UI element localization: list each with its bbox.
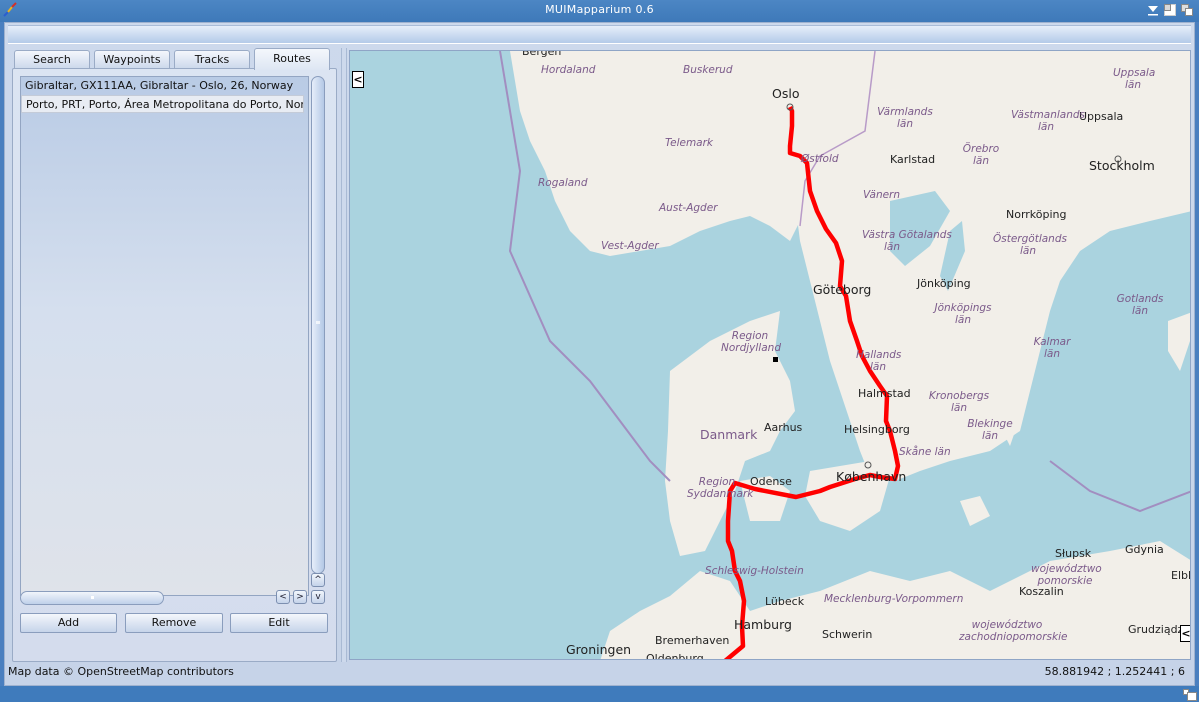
map-label-city: Göteborg: [813, 282, 872, 297]
chevron-right-icon: >: [296, 592, 304, 602]
scroll-right-button[interactable]: >: [293, 590, 307, 604]
vertical-scroll-thumb[interactable]: [311, 76, 325, 574]
chevron-up-icon: ^: [314, 575, 322, 585]
window-title: MUIMapparium 0.6: [545, 3, 654, 16]
map-label-city: Aarhus: [764, 421, 803, 434]
map-label-city: Stockholm: [1089, 158, 1155, 173]
map-label-region: województwo zachodniopomorskie: [959, 619, 1068, 643]
border-coastline-1: [1049, 460, 1190, 513]
map-label-country: Danmark: [700, 427, 758, 442]
map-label-city: Bergen: [522, 50, 562, 58]
depth-icon[interactable]: [1181, 4, 1193, 16]
scroll-up-button[interactable]: ^: [311, 573, 325, 587]
tab-waypoints[interactable]: Waypoints: [94, 50, 170, 68]
map-label-city: Groningen: [566, 642, 632, 657]
map-label-city: Halmstad: [858, 387, 911, 400]
horizontal-scroll-thumb[interactable]: [20, 591, 164, 605]
map-label-city: Oslo: [772, 86, 800, 101]
map-label-city: Jönköping: [917, 277, 971, 290]
map-label-region: Mecklenburg-Vorpommern: [824, 593, 964, 605]
resize-grip-icon[interactable]: [1183, 689, 1197, 701]
map-label-city: Uppsala: [1079, 110, 1124, 123]
map-label-region: Aust-Agder: [659, 202, 718, 214]
map-label-city: Helsingborg: [844, 423, 910, 436]
map-label-region: Örebro län: [962, 143, 1000, 167]
map-label-region: Rogaland: [538, 177, 588, 189]
route-list[interactable]: Gibraltar, GX111AA, Gibraltar - Oslo, 26…: [20, 76, 309, 596]
zoom-icon[interactable]: [1164, 4, 1176, 16]
map-label-city: Karlstad: [890, 153, 936, 166]
panel-splitter[interactable]: [341, 48, 347, 662]
iconify-icon[interactable]: [1147, 4, 1159, 16]
map-label-city: Słupsk: [1055, 547, 1092, 560]
left-panel: Search Waypoints Tracks Routes Gibraltar…: [8, 48, 338, 662]
tab-tracks[interactable]: Tracks: [174, 50, 250, 68]
map-label-city: Bremerhaven: [655, 634, 730, 647]
map-label-region: Vänern: [863, 189, 901, 201]
map-label-region: Hordaland: [541, 64, 596, 76]
scroll-down-button[interactable]: v: [311, 590, 325, 604]
map-label-city: Oldenburg: [646, 652, 704, 660]
waypoint-marker: [773, 357, 778, 362]
collapse-left-button[interactable]: <: [352, 71, 364, 88]
map-label-region: Telemark: [665, 137, 714, 149]
map-label-city: Lübeck: [765, 595, 805, 608]
map-label-city: Elbląg: [1171, 569, 1191, 582]
map-label-city: Schwerin: [822, 628, 873, 641]
map-label-city: Norrköping: [1006, 208, 1067, 221]
grip-icon: [91, 596, 94, 599]
map-label-region: Skåne län: [899, 446, 951, 458]
map-label-city: København: [836, 469, 907, 484]
map-view[interactable]: Bergen Oslo Karlstad Uppsala Stockholm N…: [349, 50, 1191, 660]
map-label-region: Östergötlands län: [993, 233, 1067, 257]
chevron-down-icon: v: [315, 592, 321, 602]
map-label-region: Region Nordjylland: [721, 330, 781, 354]
map-label-city: Hamburg: [734, 617, 792, 632]
map-label-region: Kronobergs län: [928, 390, 990, 414]
add-button[interactable]: Add: [20, 613, 117, 633]
map-label-region: Schleswig-Holstein: [705, 565, 804, 577]
coordinates-readout: 58.881942 ; 1.252441 ; 6: [1044, 665, 1185, 678]
map-label-region: województwo pomorskie: [1031, 563, 1102, 587]
map-label-city: Grudziądz: [1128, 623, 1184, 636]
land-gotland: [1168, 312, 1190, 371]
map-label-region: Kalmar län: [1033, 336, 1071, 360]
map-label-region: Østfold: [801, 153, 839, 165]
list-item[interactable]: Gibraltar, GX111AA, Gibraltar - Oslo, 26…: [21, 77, 308, 95]
map-label-region: Blekinge län: [967, 418, 1013, 442]
scroll-left-button[interactable]: <: [276, 590, 290, 604]
map-label-region: Jönköpings län: [934, 302, 992, 326]
map-label-city: Gdynia: [1125, 543, 1164, 556]
map-label-region: Buskerud: [683, 64, 733, 76]
attribution-text: Map data © OpenStreetMap contributors: [8, 665, 234, 678]
map-label-region: Gotlands län: [1116, 293, 1164, 317]
grip-icon: [316, 321, 320, 324]
map-label-region: Västmanlands län: [1011, 109, 1085, 133]
collapse-right-button[interactable]: <: [1180, 625, 1190, 642]
map-label-region: Vest-Agder: [601, 240, 659, 252]
remove-button[interactable]: Remove: [125, 613, 223, 633]
land-bornholm: [960, 496, 990, 526]
toolbar-strip: [8, 25, 1191, 44]
map-label-city: Odense: [750, 475, 792, 488]
main-window: Search Waypoints Tracks Routes Gibraltar…: [4, 22, 1195, 686]
map-label-region: Västra Götalands län: [862, 229, 952, 253]
tab-search[interactable]: Search: [14, 50, 90, 68]
title-bar[interactable]: MUIMapparium 0.6: [0, 0, 1199, 22]
chevron-left-icon: <: [279, 592, 287, 602]
window-bottom-border: [0, 686, 1199, 702]
map-label-region: Hallands län: [856, 349, 902, 373]
map-label-region: Uppsala län: [1113, 67, 1156, 91]
edit-button[interactable]: Edit: [230, 613, 328, 633]
map-label-region: Region Syddanmark: [687, 476, 754, 500]
map-label-region: Värmlands län: [877, 106, 933, 130]
routes-tab-page: Gibraltar, GX111AA, Gibraltar - Oslo, 26…: [12, 68, 337, 662]
tab-routes[interactable]: Routes: [254, 48, 330, 70]
vertical-scrollbar[interactable]: [311, 76, 325, 626]
list-item[interactable]: Porto, PRT, Porto, Área Metropolitana do…: [21, 95, 304, 113]
